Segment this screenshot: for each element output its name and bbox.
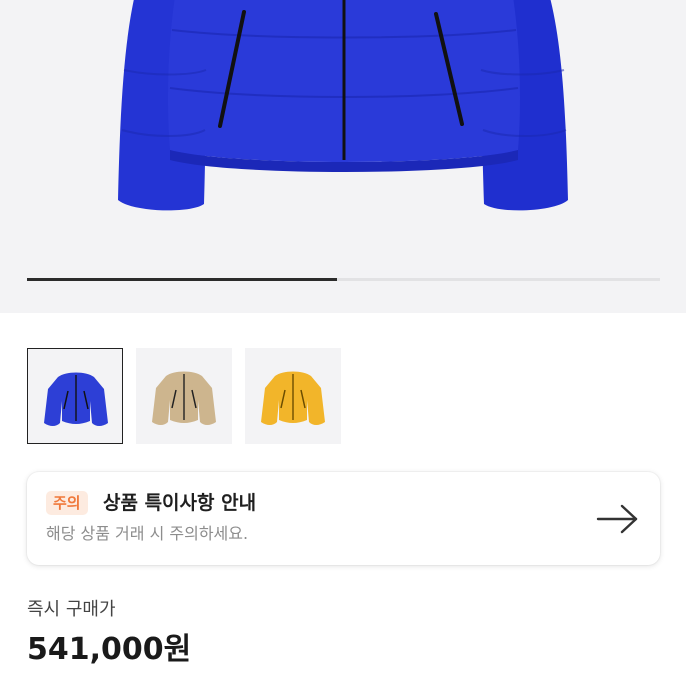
product-image-viewer[interactable] xyxy=(0,0,686,313)
caution-badge: 주의 xyxy=(46,491,88,515)
thumbnail-blue[interactable] xyxy=(27,348,123,444)
instant-buy-price-label: 즉시 구매가 xyxy=(27,599,116,620)
thumbnail-yellow[interactable] xyxy=(245,348,341,444)
arrow-right-icon[interactable] xyxy=(596,504,640,534)
gallery-progress-track xyxy=(27,278,660,281)
thumbnail-beige[interactable] xyxy=(136,348,232,444)
product-image xyxy=(118,0,568,211)
gallery-progress-fill xyxy=(27,278,338,281)
jacket-thumbnail-image xyxy=(152,371,216,425)
product-notice-card[interactable]: 주의 상품 특이사항 안내 해당 상품 거래 시 주의하세요. xyxy=(27,472,660,565)
instant-buy-price: 541,000원 xyxy=(27,632,192,667)
notice-subtitle: 해당 상품 거래 시 주의하세요. xyxy=(46,524,249,543)
notice-title: 상품 특이사항 안내 xyxy=(103,492,257,514)
jacket-thumbnail-image xyxy=(261,371,325,425)
jacket-thumbnail-image xyxy=(44,372,108,426)
